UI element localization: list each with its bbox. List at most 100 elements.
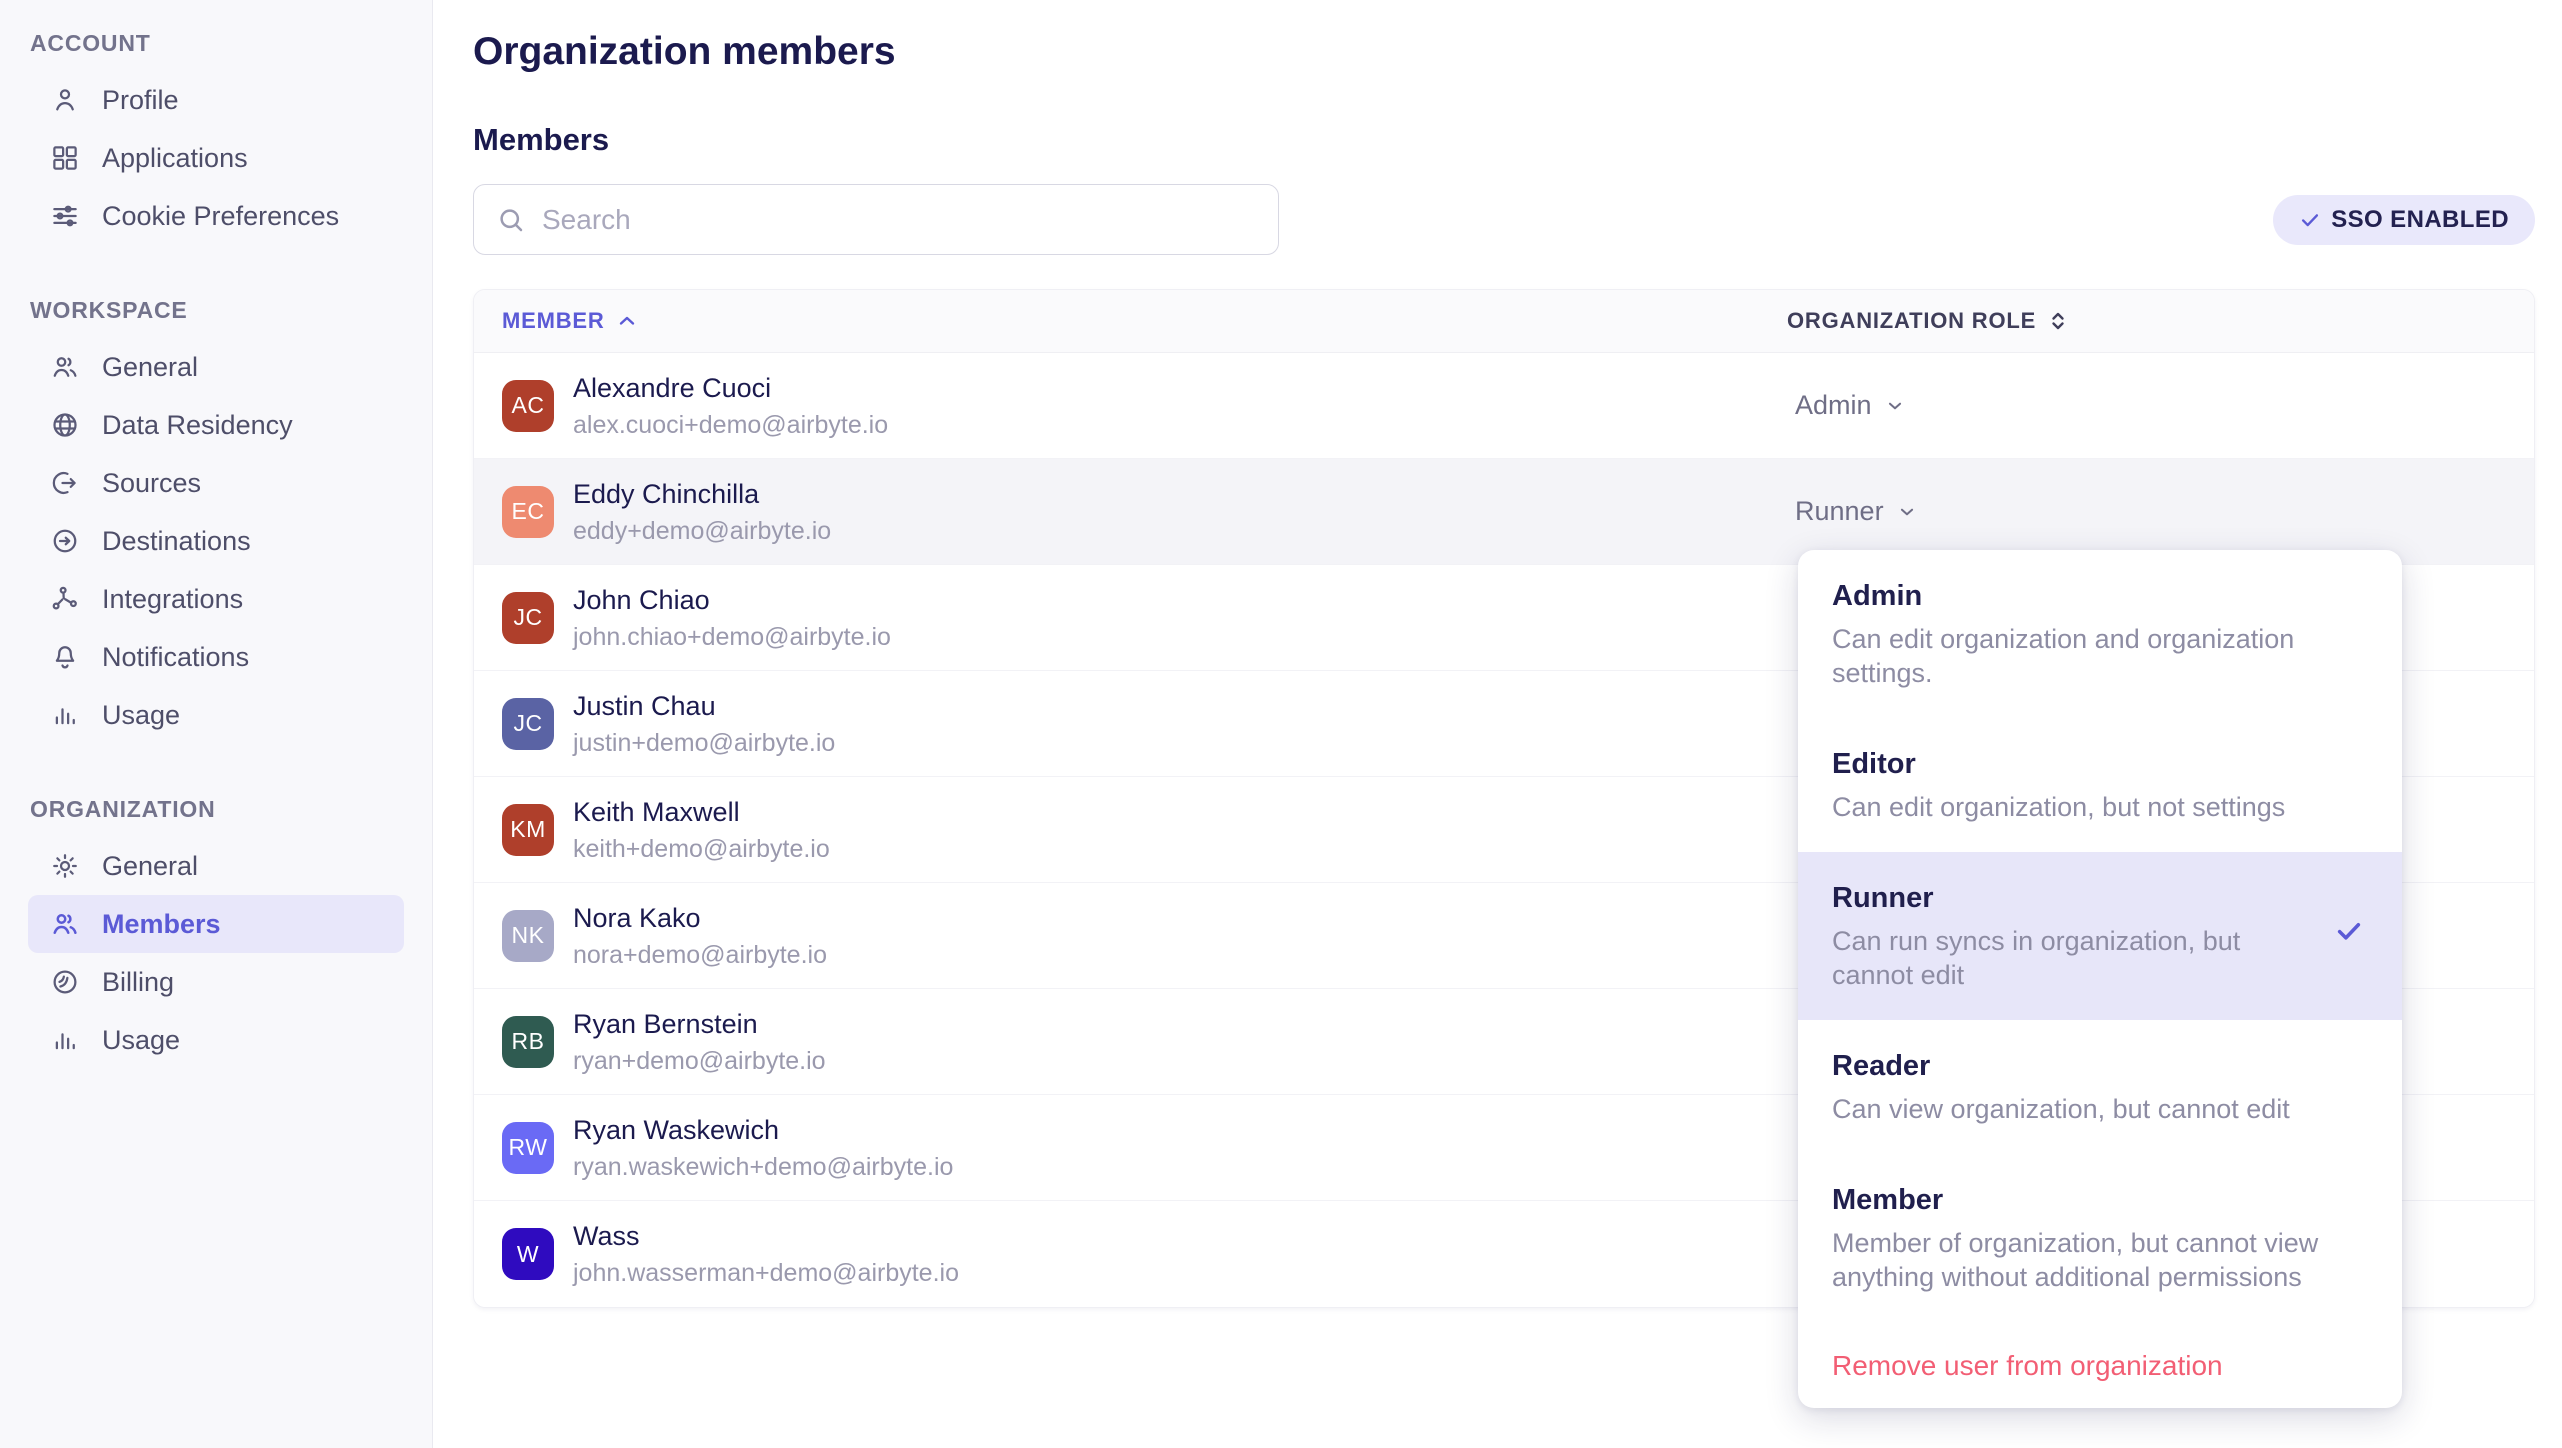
sliders-icon: [50, 201, 80, 231]
chevron-down-icon: [1884, 395, 1906, 417]
member-name: Ryan Waskewich: [573, 1114, 953, 1146]
remove-user-link[interactable]: Remove user from organization: [1798, 1322, 2402, 1408]
member-name: Nora Kako: [573, 902, 827, 934]
member-email: ryan.waskewich+demo@airbyte.io: [573, 1152, 953, 1182]
sidebar-item-organization-general[interactable]: General: [28, 837, 404, 895]
sidebar-item-label: Members: [102, 909, 221, 940]
sidebar-item-label: Integrations: [102, 584, 243, 615]
sidebar-section-organization: ORGANIZATION General Members Billing Usa…: [0, 796, 432, 1069]
globe-icon: [50, 410, 80, 440]
member-email: alex.cuoci+demo@airbyte.io: [573, 410, 888, 440]
sidebar-item-organization-usage[interactable]: Usage: [28, 1011, 404, 1069]
sidebar-item-sources[interactable]: Sources: [28, 454, 404, 512]
sidebar-item-label: General: [102, 851, 198, 882]
sidebar-item-cookie-preferences[interactable]: Cookie Preferences: [28, 187, 404, 245]
members-icon: [50, 909, 80, 939]
sidebar-item-label: Notifications: [102, 642, 249, 673]
table-row: AC Alexandre Cuoci alex.cuoci+demo@airby…: [474, 353, 2534, 459]
member-name: Eddy Chinchilla: [573, 478, 831, 510]
avatar: W: [502, 1228, 554, 1280]
role-option-runner[interactable]: Runner Can run syncs in organization, bu…: [1798, 852, 2402, 1020]
sidebar-item-workspace-usage[interactable]: Usage: [28, 686, 404, 744]
check-icon: [2299, 209, 2321, 231]
sidebar-item-label: Destinations: [102, 526, 251, 557]
sort-both-icon: [2046, 309, 2070, 333]
member-email: justin+demo@airbyte.io: [573, 728, 835, 758]
column-header-organization-role[interactable]: ORGANIZATION ROLE: [1787, 308, 2534, 334]
member-name: John Chiao: [573, 584, 891, 616]
avatar: JC: [502, 592, 554, 644]
role-dropdown-menu: Admin Can edit organization and organiza…: [1798, 550, 2402, 1408]
role-option-member[interactable]: Member Member of organization, but canno…: [1798, 1154, 2402, 1322]
section-header-organization: ORGANIZATION: [0, 796, 432, 837]
sidebar-item-members[interactable]: Members: [28, 895, 404, 953]
sidebar-section-account: ACCOUNT Profile Applications Cookie Pref…: [0, 30, 432, 245]
settings-sidebar: ACCOUNT Profile Applications Cookie Pref…: [0, 0, 433, 1448]
sidebar-item-integrations[interactable]: Integrations: [28, 570, 404, 628]
applications-icon: [50, 143, 80, 173]
page-title: Organization members: [473, 30, 2535, 74]
bell-icon: [50, 642, 80, 672]
sidebar-item-notifications[interactable]: Notifications: [28, 628, 404, 686]
chevron-down-icon: [1896, 501, 1918, 523]
section-header-workspace: WORKSPACE: [0, 297, 432, 338]
role-option-admin[interactable]: Admin Can edit organization and organiza…: [1798, 550, 2402, 718]
avatar: JC: [502, 698, 554, 750]
role-option-reader[interactable]: Reader Can view organization, but cannot…: [1798, 1020, 2402, 1154]
table-header: MEMBER ORGANIZATION ROLE: [474, 290, 2534, 353]
search-box[interactable]: [473, 184, 1279, 255]
role-option-editor[interactable]: Editor Can edit organization, but not se…: [1798, 718, 2402, 852]
sidebar-item-label: Usage: [102, 700, 180, 731]
source-arrow-icon: [50, 468, 80, 498]
sidebar-item-label: Billing: [102, 967, 174, 998]
sidebar-item-label: Profile: [102, 85, 179, 116]
selected-check-icon: [2334, 916, 2364, 951]
avatar: AC: [502, 380, 554, 432]
sidebar-item-label: Sources: [102, 468, 201, 499]
avatar: EC: [502, 486, 554, 538]
avatar: KM: [502, 804, 554, 856]
sidebar-item-destinations[interactable]: Destinations: [28, 512, 404, 570]
sidebar-item-workspace-general[interactable]: General: [28, 338, 404, 396]
column-header-member[interactable]: MEMBER: [474, 308, 1787, 334]
role-select[interactable]: Runner: [1795, 496, 1918, 527]
sort-asc-icon: [615, 309, 639, 333]
member-email: john.chiao+demo@airbyte.io: [573, 622, 891, 652]
sidebar-item-label: Data Residency: [102, 410, 293, 441]
member-email: ryan+demo@airbyte.io: [573, 1046, 826, 1076]
member-email: nora+demo@airbyte.io: [573, 940, 827, 970]
sso-enabled-badge: SSO ENABLED: [2273, 195, 2535, 245]
network-icon: [50, 584, 80, 614]
search-input[interactable]: [542, 204, 1256, 236]
member-email: eddy+demo@airbyte.io: [573, 516, 831, 546]
member-name: Justin Chau: [573, 690, 835, 722]
sidebar-item-data-residency[interactable]: Data Residency: [28, 396, 404, 454]
sidebar-item-label: Usage: [102, 1025, 180, 1056]
search-icon: [496, 205, 526, 235]
avatar: RB: [502, 1016, 554, 1068]
member-name: Ryan Bernstein: [573, 1008, 826, 1040]
avatar: RW: [502, 1122, 554, 1174]
members-controls: SSO ENABLED: [473, 184, 2535, 255]
member-name: Keith Maxwell: [573, 796, 830, 828]
destination-arrow-icon: [50, 526, 80, 556]
avatar: NK: [502, 910, 554, 962]
sidebar-section-workspace: WORKSPACE General Data Residency Sources…: [0, 297, 432, 744]
sidebar-item-profile[interactable]: Profile: [28, 71, 404, 129]
sso-badge-label: SSO ENABLED: [2331, 206, 2509, 234]
billing-icon: [50, 967, 80, 997]
sidebar-item-label: Applications: [102, 143, 248, 174]
role-select[interactable]: Admin: [1795, 390, 1906, 421]
member-name: Wass: [573, 1220, 959, 1252]
section-header-account: ACCOUNT: [0, 30, 432, 71]
bar-chart-icon: [50, 1025, 80, 1055]
member-email: keith+demo@airbyte.io: [573, 834, 830, 864]
sidebar-item-applications[interactable]: Applications: [28, 129, 404, 187]
sidebar-item-label: General: [102, 352, 198, 383]
users-icon: [50, 352, 80, 382]
members-heading: Members: [473, 122, 2535, 158]
member-name: Alexandre Cuoci: [573, 372, 888, 404]
sidebar-item-billing[interactable]: Billing: [28, 953, 404, 1011]
sidebar-item-label: Cookie Preferences: [102, 201, 339, 232]
profile-icon: [50, 85, 80, 115]
